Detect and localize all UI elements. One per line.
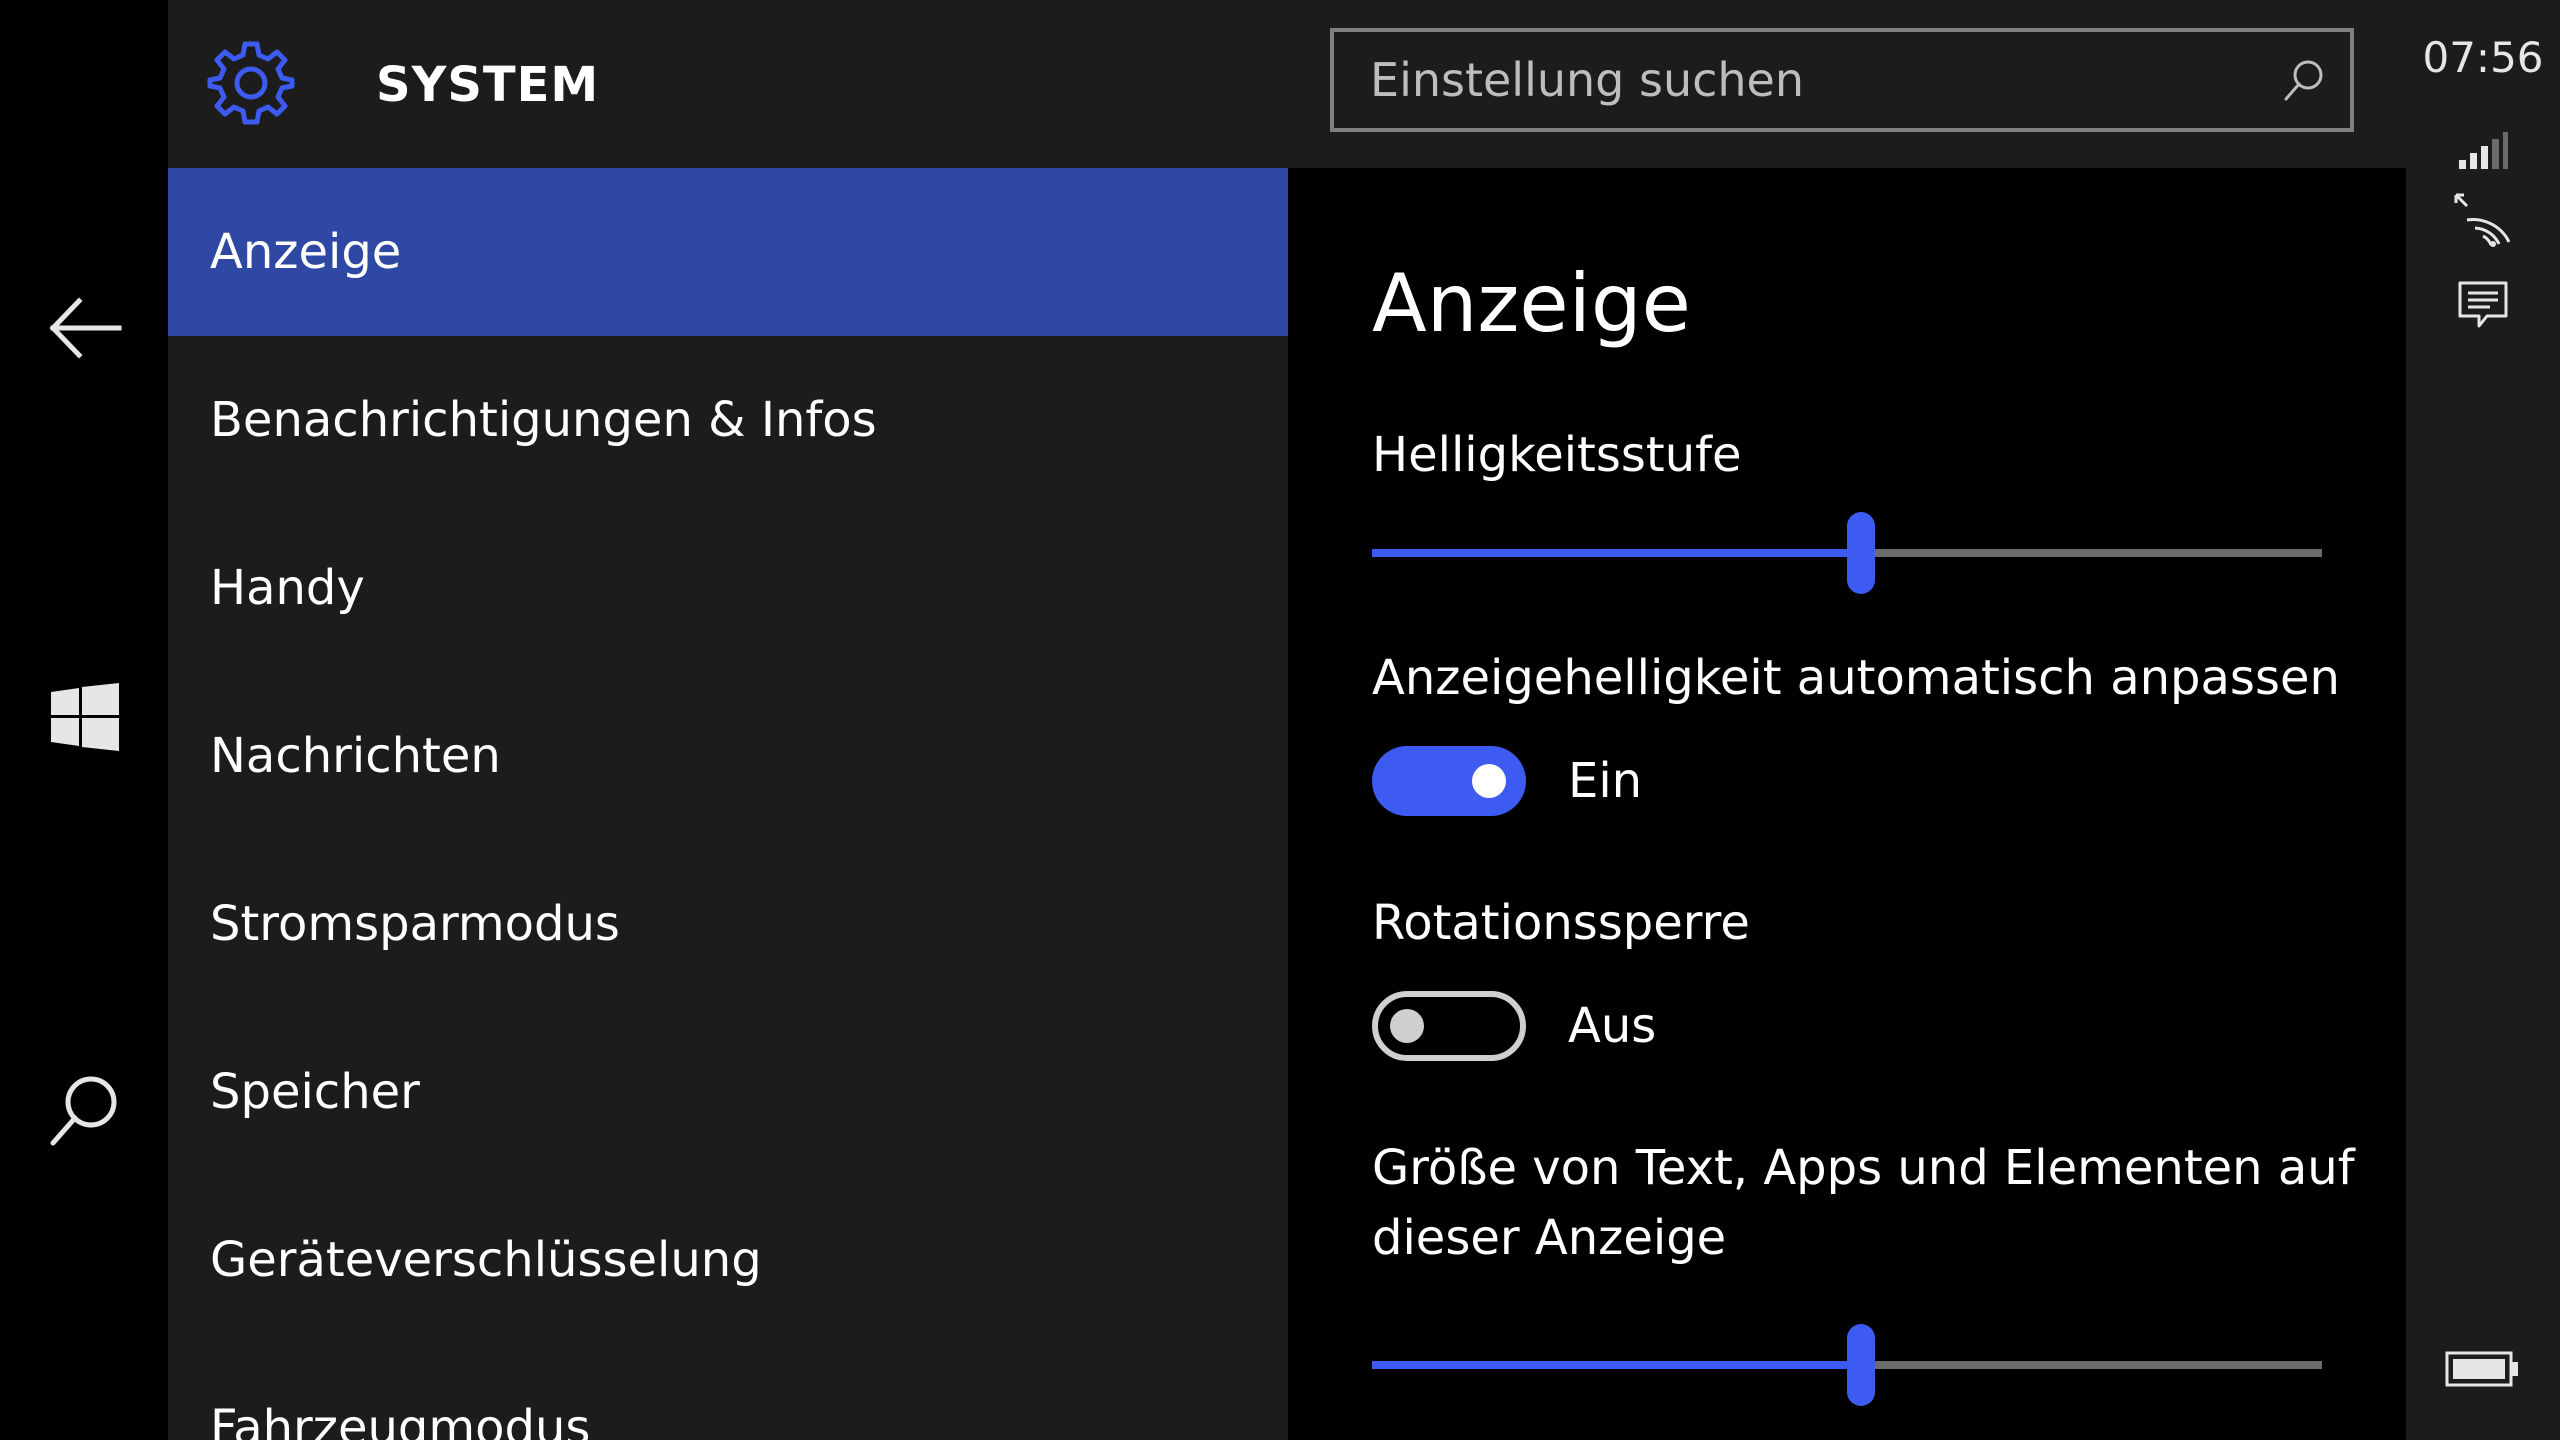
slider-thumb[interactable]: [1847, 512, 1876, 594]
search-icon: [50, 1076, 117, 1146]
rotation-lock-label: Rotationssperre: [1372, 895, 1750, 951]
battery-icon: [2445, 1351, 2518, 1387]
brightness-slider[interactable]: [1372, 508, 2322, 598]
start-button[interactable]: [40, 672, 130, 762]
back-button[interactable]: [40, 283, 130, 373]
scaling-slider[interactable]: [1372, 1320, 2322, 1410]
search-icon[interactable]: [2280, 56, 2328, 104]
slider-thumb[interactable]: [1847, 1324, 1876, 1406]
page-title: Anzeige: [1372, 257, 1691, 350]
search-input[interactable]: [1334, 32, 2234, 128]
sidebar-item-benachrichtigungen[interactable]: Benachrichtigungen & Infos: [168, 336, 1288, 504]
search-box[interactable]: [1330, 28, 2354, 132]
sidebar-item-nachrichten[interactable]: Nachrichten: [168, 672, 1288, 840]
notifications-icon: [2458, 281, 2508, 328]
gear-icon: [207, 41, 295, 125]
sidebar-item-stromsparmodus[interactable]: Stromsparmodus: [168, 840, 1288, 1008]
signal-bars-icon: [2459, 132, 2508, 169]
sidebar-item-handy[interactable]: Handy: [168, 504, 1288, 672]
wifi-icon: [2454, 193, 2511, 247]
settings-app: SYSTEM Anzeige Benachrichtigungen & Info…: [168, 0, 2406, 1440]
navigation-bar: [0, 0, 168, 1440]
settings-sidebar: Anzeige Benachrichtigungen & Infos Handy…: [168, 168, 1288, 1440]
sidebar-item-speicher[interactable]: Speicher: [168, 1008, 1288, 1176]
slider-fill: [1372, 1361, 1862, 1369]
toggle-knob: [1390, 1009, 1424, 1043]
app-title: SYSTEM: [376, 57, 600, 113]
rotation-lock-state: Aus: [1568, 998, 1657, 1054]
auto-brightness-label: Anzeigehelligkeit automatisch anpassen: [1372, 650, 2340, 706]
rotation-lock-toggle[interactable]: [1372, 991, 1526, 1061]
toggle-knob: [1472, 764, 1506, 798]
slider-fill: [1372, 549, 1862, 557]
back-arrow-icon: [49, 297, 122, 359]
scaling-label-line1: Größe von Text, Apps und Elementen auf: [1372, 1140, 2355, 1196]
status-bar: 07:56: [2406, 0, 2560, 1440]
app-header: SYSTEM: [168, 0, 2406, 168]
brightness-label: Helligkeitsstufe: [1372, 427, 1742, 483]
sidebar-item-fahrzeugmodus[interactable]: Fahrzeugmodus: [168, 1344, 1288, 1440]
auto-brightness-toggle[interactable]: [1372, 746, 1526, 816]
sidebar-item-anzeige[interactable]: Anzeige: [168, 168, 1288, 336]
sidebar-item-geraeteverschluesselung[interactable]: Geräteverschlüsselung: [168, 1176, 1288, 1344]
settings-detail-pane: Anzeige Helligkeitsstufe Anzeigehelligke…: [1288, 168, 2406, 1440]
windows-logo-icon: [51, 683, 119, 751]
search-button[interactable]: [40, 1064, 130, 1154]
clock: 07:56: [2422, 33, 2544, 82]
auto-brightness-state: Ein: [1568, 753, 1643, 809]
scaling-label-line2: dieser Anzeige: [1372, 1210, 1727, 1266]
